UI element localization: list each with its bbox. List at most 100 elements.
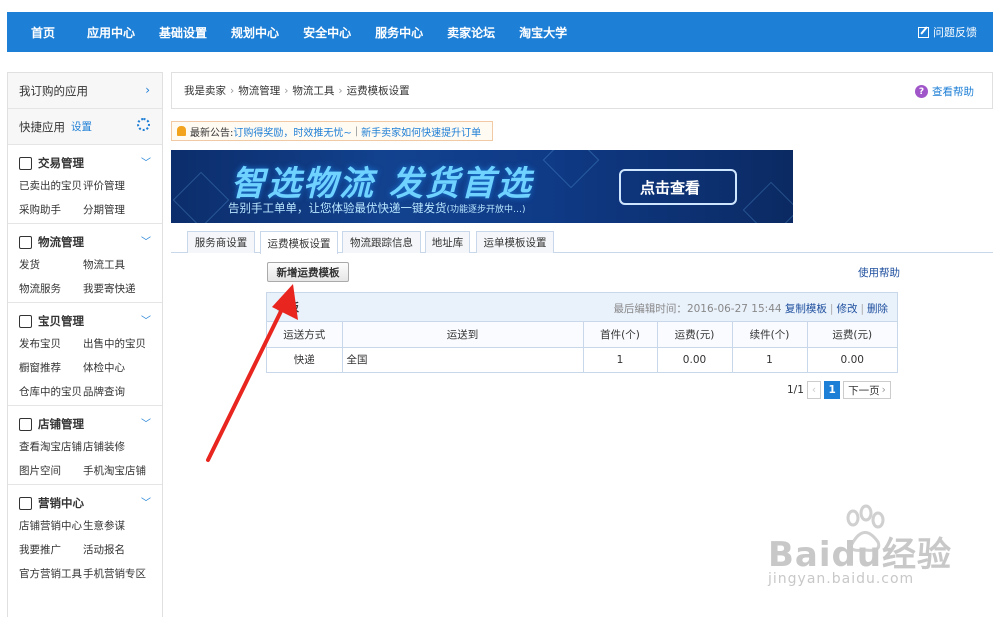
sidebar-link[interactable]: 店铺装修 <box>83 439 153 454</box>
nav-security-center[interactable]: 安全中心 <box>303 24 351 41</box>
banner-subtitle-note: (功能逐步开放中…) <box>446 205 526 215</box>
chevron-right-icon: › <box>145 83 150 97</box>
tab-freight-template[interactable]: 运费模板设置 <box>260 231 338 254</box>
table-row: 快递 全国 1 0.00 1 0.00 <box>267 347 897 372</box>
sidebar-link[interactable]: 手机营销专区 <box>83 566 153 581</box>
sidebar-link[interactable]: 采购助手 <box>19 202 83 217</box>
table-cell: 全国 <box>342 347 584 372</box>
last-edit-label: 最后编辑时间： <box>613 303 687 315</box>
sidebar-link[interactable]: 品牌查询 <box>83 384 153 399</box>
table-cell: 1 <box>732 347 808 372</box>
sidebar-link[interactable]: 物流工具 <box>83 257 153 272</box>
megaphone-icon <box>19 496 32 510</box>
delete-template-link[interactable]: 删除 <box>867 303 888 315</box>
sidebar-link[interactable]: 活动报名 <box>83 542 153 557</box>
usage-help-link[interactable]: 使用帮助 <box>858 265 900 280</box>
tab-waybill-template[interactable]: 运单模板设置 <box>476 231 554 253</box>
tab-service-provider[interactable]: 服务商设置 <box>187 231 255 253</box>
bell-icon <box>177 126 186 136</box>
sidebar-link[interactable]: 仓库中的宝贝 <box>19 384 83 399</box>
freight-template-card: 模板 最后编辑时间：2016-06-27 15:44 复制模板 | 修改 | 删除 运送… <box>266 292 898 373</box>
sidebar: 我订购的应用 › 快捷应用 设置 交易管理 ﹀ 已卖出的宝贝 评价管理 采购助手… <box>7 72 163 617</box>
add-freight-template-button[interactable]: 新增运费模板 <box>267 262 349 282</box>
sidebar-link[interactable]: 官方营销工具 <box>19 566 83 581</box>
sidebar-link[interactable]: 分期管理 <box>83 202 153 217</box>
store-icon <box>19 417 32 431</box>
sidebar-link[interactable]: 我要寄快递 <box>83 281 153 296</box>
gear-icon[interactable] <box>137 118 150 131</box>
nav-planning-center[interactable]: 规划中心 <box>231 24 279 41</box>
breadcrumb-item[interactable]: 物流管理 <box>238 83 280 98</box>
sidebar-group-logistics: 物流管理 ﹀ 发货 物流工具 物流服务 我要寄快递 <box>8 224 162 303</box>
pagination: 1/1 ‹ 1 下一页 › <box>787 381 891 399</box>
sidebar-link[interactable]: 发布宝贝 <box>19 336 83 351</box>
edit-icon <box>918 26 929 38</box>
quick-apps-label: 快捷应用 <box>19 119 65 134</box>
group-title: 店铺管理 <box>38 417 84 431</box>
watermark-brand: Baidu经验 <box>768 535 953 575</box>
prev-page-button[interactable]: ‹ <box>806 381 822 399</box>
announcement-link[interactable]: 订购得奖励，时效推无忧~ <box>233 124 351 139</box>
column-header: 运送到 <box>342 322 584 347</box>
sidebar-link[interactable]: 已卖出的宝贝 <box>19 178 83 193</box>
tab-address-book[interactable]: 地址库 <box>425 231 470 253</box>
sidebar-link[interactable]: 评价管理 <box>83 178 153 193</box>
breadcrumb-item[interactable]: 我是卖家 <box>184 83 226 98</box>
promo-banner[interactable]: 智选物流 发货首选 告别手工单单，让您体验最优快递一键发货(功能逐步开放中…) … <box>171 150 793 223</box>
breadcrumb-item[interactable]: 物流工具 <box>292 83 334 98</box>
sidebar-group-items: 宝贝管理 ﹀ 发布宝贝 出售中的宝贝 橱窗推荐 体检中心 仓库中的宝贝 品牌查询 <box>8 303 162 406</box>
announcement-link[interactable]: 新手卖家如何快速提升订单 <box>361 124 481 139</box>
sidebar-link[interactable]: 手机淘宝店铺 <box>83 463 153 478</box>
group-title: 物流管理 <box>38 235 84 249</box>
subscribed-apps-label: 我订购的应用 <box>19 83 88 98</box>
quick-apps-setting-link[interactable]: 设置 <box>71 119 92 134</box>
banner-title: 智选物流 发货首选 <box>231 164 533 204</box>
chevron-down-icon[interactable]: ﹀ <box>141 233 151 248</box>
feedback-link[interactable]: 问题反馈 <box>918 24 977 40</box>
top-navigation: 首页 应用中心 基础设置 规划中心 安全中心 服务中心 卖家论坛 淘宝大学 问题… <box>7 12 993 52</box>
announcement-label: 最新公告: <box>190 127 234 139</box>
announcement-separator: | <box>354 125 359 137</box>
column-header: 运费(元) <box>832 328 873 341</box>
breadcrumb-current: 运费模板设置 <box>346 85 410 97</box>
document-icon <box>19 156 32 170</box>
copy-template-link[interactable]: 复制模板 <box>785 303 827 315</box>
chevron-down-icon[interactable]: ﹀ <box>141 312 151 327</box>
banner-cta-button[interactable]: 点击查看 <box>619 169 737 205</box>
edit-template-link[interactable]: 修改 <box>836 303 857 315</box>
sidebar-link[interactable]: 店铺营销中心 <box>19 518 83 533</box>
sidebar-link[interactable]: 查看淘宝店铺 <box>19 439 83 454</box>
view-help-link[interactable]: ? 查看帮助 <box>915 84 974 99</box>
nav-app-center[interactable]: 应用中心 <box>87 24 135 41</box>
chevron-down-icon[interactable]: ﹀ <box>141 415 151 430</box>
next-page-button[interactable]: 下一页 › <box>843 381 891 399</box>
chevron-down-icon[interactable]: ﹀ <box>141 154 151 169</box>
current-page-button[interactable]: 1 <box>824 381 841 399</box>
nav-home[interactable]: 首页 <box>31 24 55 41</box>
sidebar-link[interactable]: 物流服务 <box>19 281 83 296</box>
sidebar-subscribed-apps[interactable]: 我订购的应用 › <box>8 73 162 109</box>
nav-taobao-university[interactable]: 淘宝大学 <box>519 24 567 41</box>
tab-tracking-info[interactable]: 物流跟踪信息 <box>342 231 421 253</box>
last-edit-time: 2016-06-27 15:44 <box>686 303 782 315</box>
page-info: 1/1 <box>787 384 804 396</box>
sidebar-link[interactable]: 体检中心 <box>83 360 153 375</box>
help-icon: ? <box>915 85 928 98</box>
nav-basic-settings[interactable]: 基础设置 <box>159 24 207 41</box>
chevron-down-icon[interactable]: ﹀ <box>141 494 151 509</box>
banner-subtitle: 告别手工单单，让您体验最优快递一键发货(功能逐步开放中…) <box>228 201 526 215</box>
sidebar-link[interactable]: 生意参谋 <box>83 518 153 533</box>
nav-seller-forum[interactable]: 卖家论坛 <box>447 24 495 41</box>
sidebar-link[interactable]: 橱窗推荐 <box>19 360 83 375</box>
freight-table: 运送方式 运送到 首件(个) 运费(元) 续件(个) 运费(元) 快递 全国 1… <box>267 322 897 372</box>
sidebar-link[interactable]: 我要推广 <box>19 542 83 557</box>
announcement-bar: 最新公告: 订购得奖励，时效推无忧~ | 新手卖家如何快速提升订单 <box>171 121 493 141</box>
watermark-url: jingyan.baidu.com <box>768 571 915 587</box>
nav-service-center[interactable]: 服务中心 <box>375 24 423 41</box>
group-title: 宝贝管理 <box>38 314 84 328</box>
sidebar-quick-apps: 快捷应用 设置 <box>8 109 162 145</box>
sidebar-link[interactable]: 发货 <box>19 257 83 272</box>
sidebar-link[interactable]: 图片空间 <box>19 463 83 478</box>
group-title: 交易管理 <box>38 156 84 170</box>
sidebar-link[interactable]: 出售中的宝贝 <box>83 336 153 351</box>
